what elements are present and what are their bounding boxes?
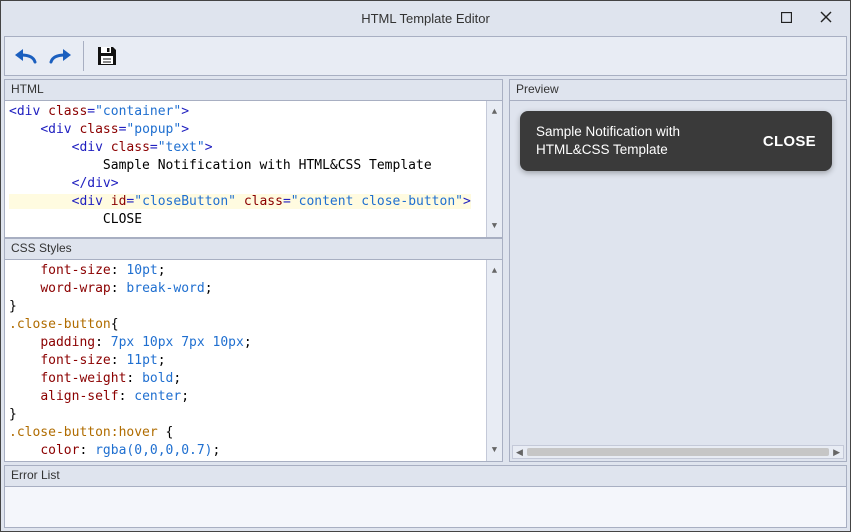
toolbar-separator — [83, 41, 84, 71]
error-list-body[interactable] — [4, 486, 847, 528]
close-window-button[interactable] — [806, 3, 846, 31]
notification-popup: Sample Notification with HTML&CSS Templa… — [520, 111, 832, 171]
notification-text: Sample Notification with HTML&CSS Templa… — [536, 123, 726, 159]
save-icon — [95, 44, 119, 68]
html-panel-header: HTML — [4, 79, 503, 100]
css-editor[interactable]: font-size: 10pt; word-wrap: break-word; … — [4, 259, 503, 462]
titlebar: HTML Template Editor — [1, 1, 850, 35]
undo-button[interactable] — [9, 39, 43, 73]
css-panel-header: CSS Styles — [4, 238, 503, 259]
scroll-right-icon: ▶ — [833, 447, 840, 458]
undo-icon — [13, 46, 39, 66]
redo-icon — [47, 46, 73, 66]
html-editor[interactable]: <div class="container"> <div class="popu… — [4, 100, 503, 238]
scroll-track — [527, 448, 829, 456]
html-scrollbar[interactable]: ▲ ▼ — [486, 101, 502, 237]
scroll-left-icon: ◀ — [516, 447, 523, 458]
right-column: Preview Sample Notification with HTML&CS… — [509, 79, 847, 462]
scroll-down-icon: ▼ — [492, 215, 497, 237]
redo-button[interactable] — [43, 39, 77, 73]
preview-hscrollbar[interactable]: ◀ ▶ — [512, 445, 844, 459]
left-column: HTML <div class="container"> <div class=… — [4, 79, 503, 462]
notification-close-button[interactable]: CLOSE — [763, 133, 816, 150]
scroll-down-icon: ▼ — [492, 439, 497, 461]
error-list-panel: Error List — [4, 465, 847, 528]
maximize-icon — [781, 12, 792, 23]
window-controls — [766, 3, 846, 31]
window-title: HTML Template Editor — [361, 11, 490, 26]
error-list-header: Error List — [4, 465, 847, 486]
save-button[interactable] — [90, 39, 124, 73]
app-window: HTML Template Editor — [0, 0, 851, 532]
toolbar — [4, 36, 847, 76]
maximize-button[interactable] — [766, 3, 806, 31]
content-area: HTML <div class="container"> <div class=… — [4, 79, 847, 462]
css-scrollbar[interactable]: ▲ ▼ — [486, 260, 502, 461]
preview-panel-header: Preview — [509, 79, 847, 100]
scroll-up-icon: ▲ — [492, 101, 497, 123]
preview-pane: Sample Notification with HTML&CSS Templa… — [509, 100, 847, 462]
scroll-up-icon: ▲ — [492, 260, 497, 282]
close-icon — [820, 11, 832, 23]
